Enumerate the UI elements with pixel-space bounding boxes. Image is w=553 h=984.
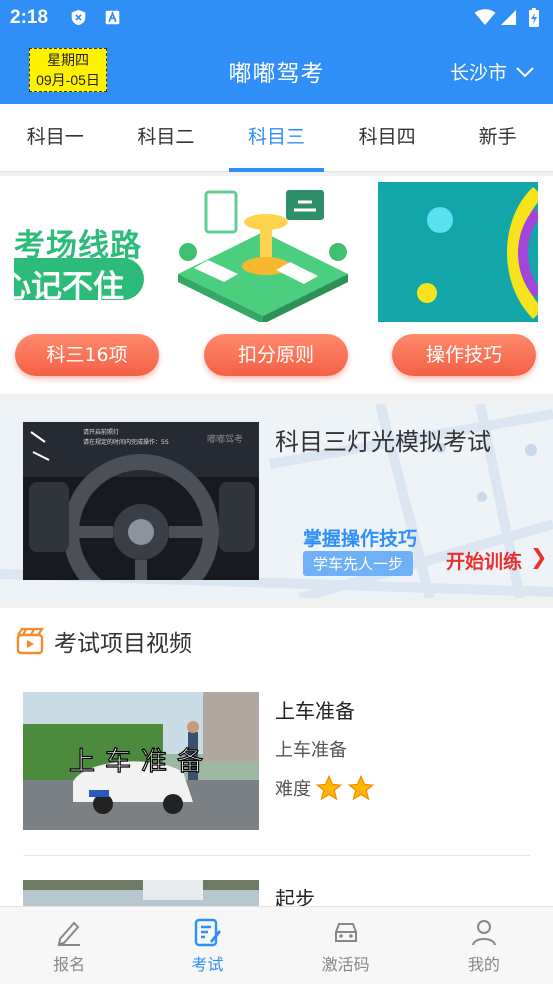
chevron-down-icon xyxy=(516,66,534,77)
app-notification-icon xyxy=(105,10,120,25)
thumbnail-caption: 上车准备 xyxy=(69,747,213,777)
nav-label: 报名 xyxy=(53,955,86,974)
car-icon xyxy=(334,923,357,942)
app-header: 星期四 09月-05日 嘟嘟驾考 长沙市 xyxy=(0,36,553,104)
video-subtitle: 上车准备 xyxy=(275,740,347,761)
app-screen: 2:18 星期四 09月-05日 嘟嘟驾考 长沙市 科目一 科目二 科目三 科目… xyxy=(0,0,553,984)
nav-profile[interactable]: 我的 xyxy=(415,907,553,984)
video-clapper-icon xyxy=(16,627,44,655)
light-sim-tagline: 掌握操作技巧 xyxy=(303,528,418,550)
video-thumbnail: 上车准备 xyxy=(23,692,259,830)
light-sim-title: 科目三灯光模拟考试 xyxy=(275,428,491,456)
tips-card-image[interactable] xyxy=(378,182,538,322)
light-sim-subtagline: 学车先人一步 xyxy=(303,551,414,576)
video-item-start[interactable]: 起步 xyxy=(23,880,530,908)
dashboard-instruction-2: 请在规定的时间内完成操作：5S xyxy=(83,438,169,446)
section-title: 考试项目视频 xyxy=(54,631,192,657)
scoring-rules-illustration[interactable] xyxy=(168,182,358,322)
city-label: 长沙市 xyxy=(449,62,507,84)
nav-signup[interactable]: 报名 xyxy=(0,907,138,984)
star-icon xyxy=(347,774,375,801)
difficulty-label: 难度 xyxy=(275,779,311,800)
tab-subject-1[interactable]: 科目一 xyxy=(0,104,111,171)
dashboard-instruction-1: 请开启前照灯 xyxy=(83,428,119,436)
subject-tabs: 科目一 科目二 科目三 科目四 新手 xyxy=(0,104,553,172)
status-time: 2:18 xyxy=(10,7,49,28)
difficulty-rating: 难度 xyxy=(275,774,375,802)
video-title: 起步 xyxy=(275,887,315,908)
video-title: 上车准备 xyxy=(275,699,355,723)
nav-label: 激活码 xyxy=(321,955,370,974)
bottom-navigation: 报名 考试 激活码 我的 xyxy=(0,906,553,984)
nav-label: 我的 xyxy=(467,955,500,974)
list-divider xyxy=(23,855,530,856)
start-training-button[interactable]: 开始训练 xyxy=(446,547,522,574)
wifi-icon xyxy=(474,9,496,26)
tab-beginner[interactable]: 新手 xyxy=(442,104,553,171)
user-icon xyxy=(471,920,496,946)
chevron-right-icon: ❯ xyxy=(530,545,548,569)
operation-tips-button[interactable]: 操作技巧 xyxy=(392,334,536,376)
tab-subject-3[interactable]: 科目三 xyxy=(221,104,332,172)
nav-label: 考试 xyxy=(191,955,224,974)
tab-subject-2[interactable]: 科目二 xyxy=(111,104,222,171)
exam-videos-section: 考试项目视频 上车准备 上车准备 上车准备 难度 起步 xyxy=(0,608,553,908)
star-icon xyxy=(315,774,343,801)
subject3-16-items-button[interactable]: 科三16项 xyxy=(15,334,159,376)
dashboard-watermark: 嘟嘟驾考 xyxy=(207,433,243,445)
battery-icon xyxy=(529,8,539,27)
shield-icon xyxy=(71,9,86,26)
video-thumbnail xyxy=(23,880,259,908)
route-card-text-2: 心记不住 xyxy=(14,269,124,305)
section-header: 考试项目视频 xyxy=(16,624,192,658)
exam-icon xyxy=(195,918,222,947)
tab-subject-4[interactable]: 科目四 xyxy=(332,104,443,171)
city-selector[interactable]: 长沙市 xyxy=(450,58,535,85)
nav-exam[interactable]: 考试 xyxy=(138,907,276,984)
status-bar: 2:18 xyxy=(0,0,553,36)
deduction-rules-button[interactable]: 扣分原则 xyxy=(204,334,348,376)
video-item-prepare[interactable]: 上车准备 上车准备 上车准备 难度 xyxy=(23,692,530,832)
pen-icon xyxy=(57,921,81,946)
light-simulation-banner[interactable]: 请开启前照灯 请在规定的时间内完成操作：5S 嘟嘟驾考 科目三灯光模拟考试 掌握… xyxy=(0,404,553,598)
quick-cards: 考场线路 心记不住 科三16项 扣分原则 操作技巧 xyxy=(0,176,553,394)
dashboard-image: 请开启前照灯 请在规定的时间内完成操作：5S 嘟嘟驾考 xyxy=(23,422,259,580)
signal-icon xyxy=(500,9,517,26)
nav-activation-code[interactable]: 激活码 xyxy=(277,907,415,984)
route-card-image[interactable]: 考场线路 心记不住 xyxy=(14,182,164,322)
